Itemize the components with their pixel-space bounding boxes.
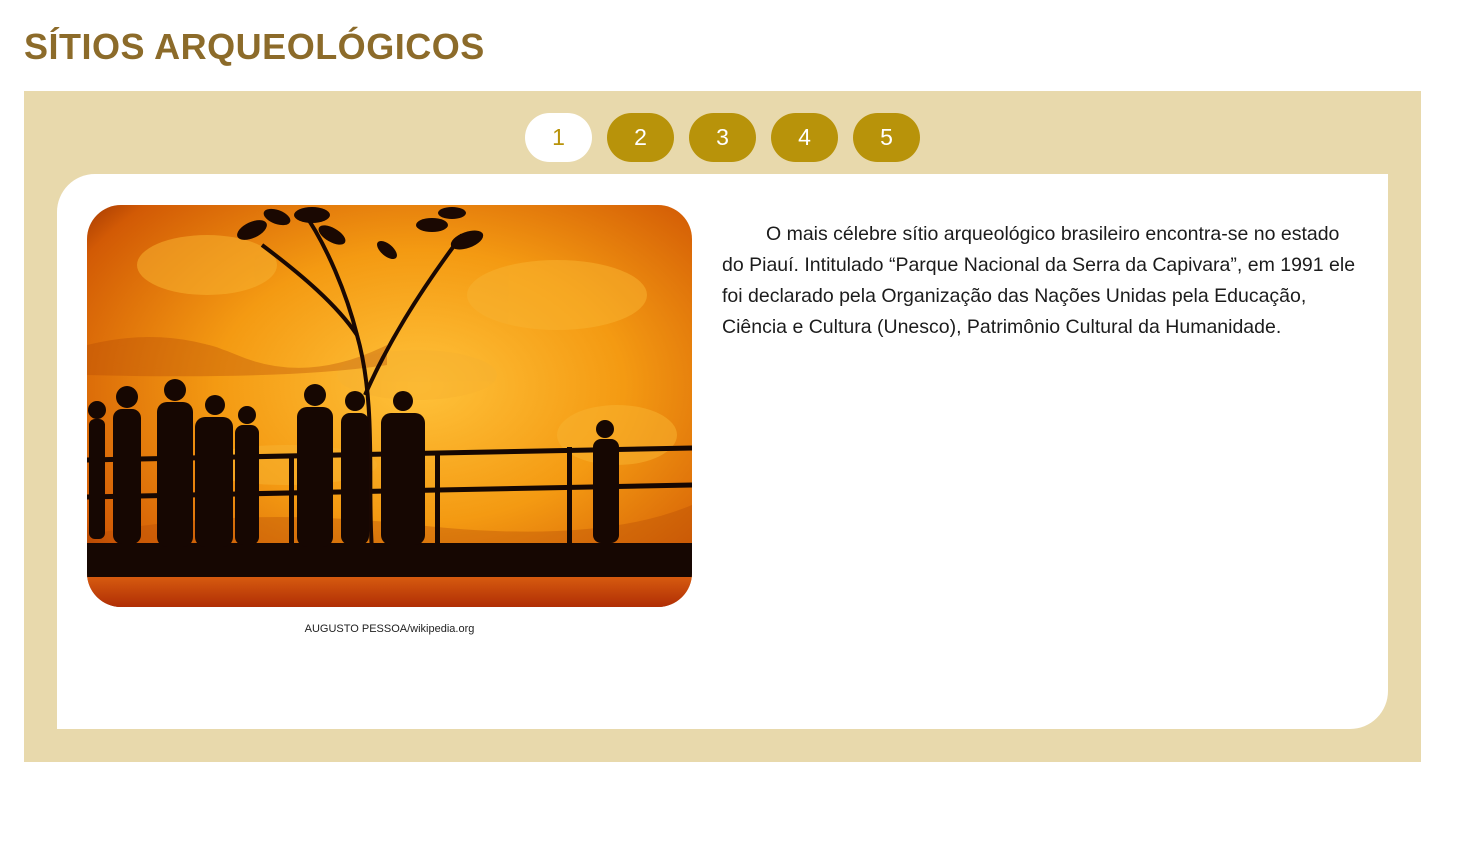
tab-4[interactable]: 4: [771, 113, 838, 162]
photo-credit: AUGUSTO PESSOA/wikipedia.org: [304, 623, 475, 635]
content-card: AUGUSTO PESSOA/wikipedia.org O mais céle…: [57, 174, 1388, 729]
site-photo: [87, 205, 692, 607]
content-panel: 1 2 3 4 5 AUGUSTO PESSOA/wikipedia.org O…: [24, 91, 1421, 762]
tab-5[interactable]: 5: [853, 113, 920, 162]
tab-3[interactable]: 3: [689, 113, 756, 162]
tab-bar: 1 2 3 4 5: [525, 113, 920, 162]
tab-2[interactable]: 2: [607, 113, 674, 162]
page-title: SÍTIOS ARQUEOLÓGICOS: [24, 26, 485, 67]
tab-1[interactable]: 1: [525, 113, 592, 162]
description-paragraph: O mais célebre sítio arqueológico brasil…: [722, 223, 1356, 338]
